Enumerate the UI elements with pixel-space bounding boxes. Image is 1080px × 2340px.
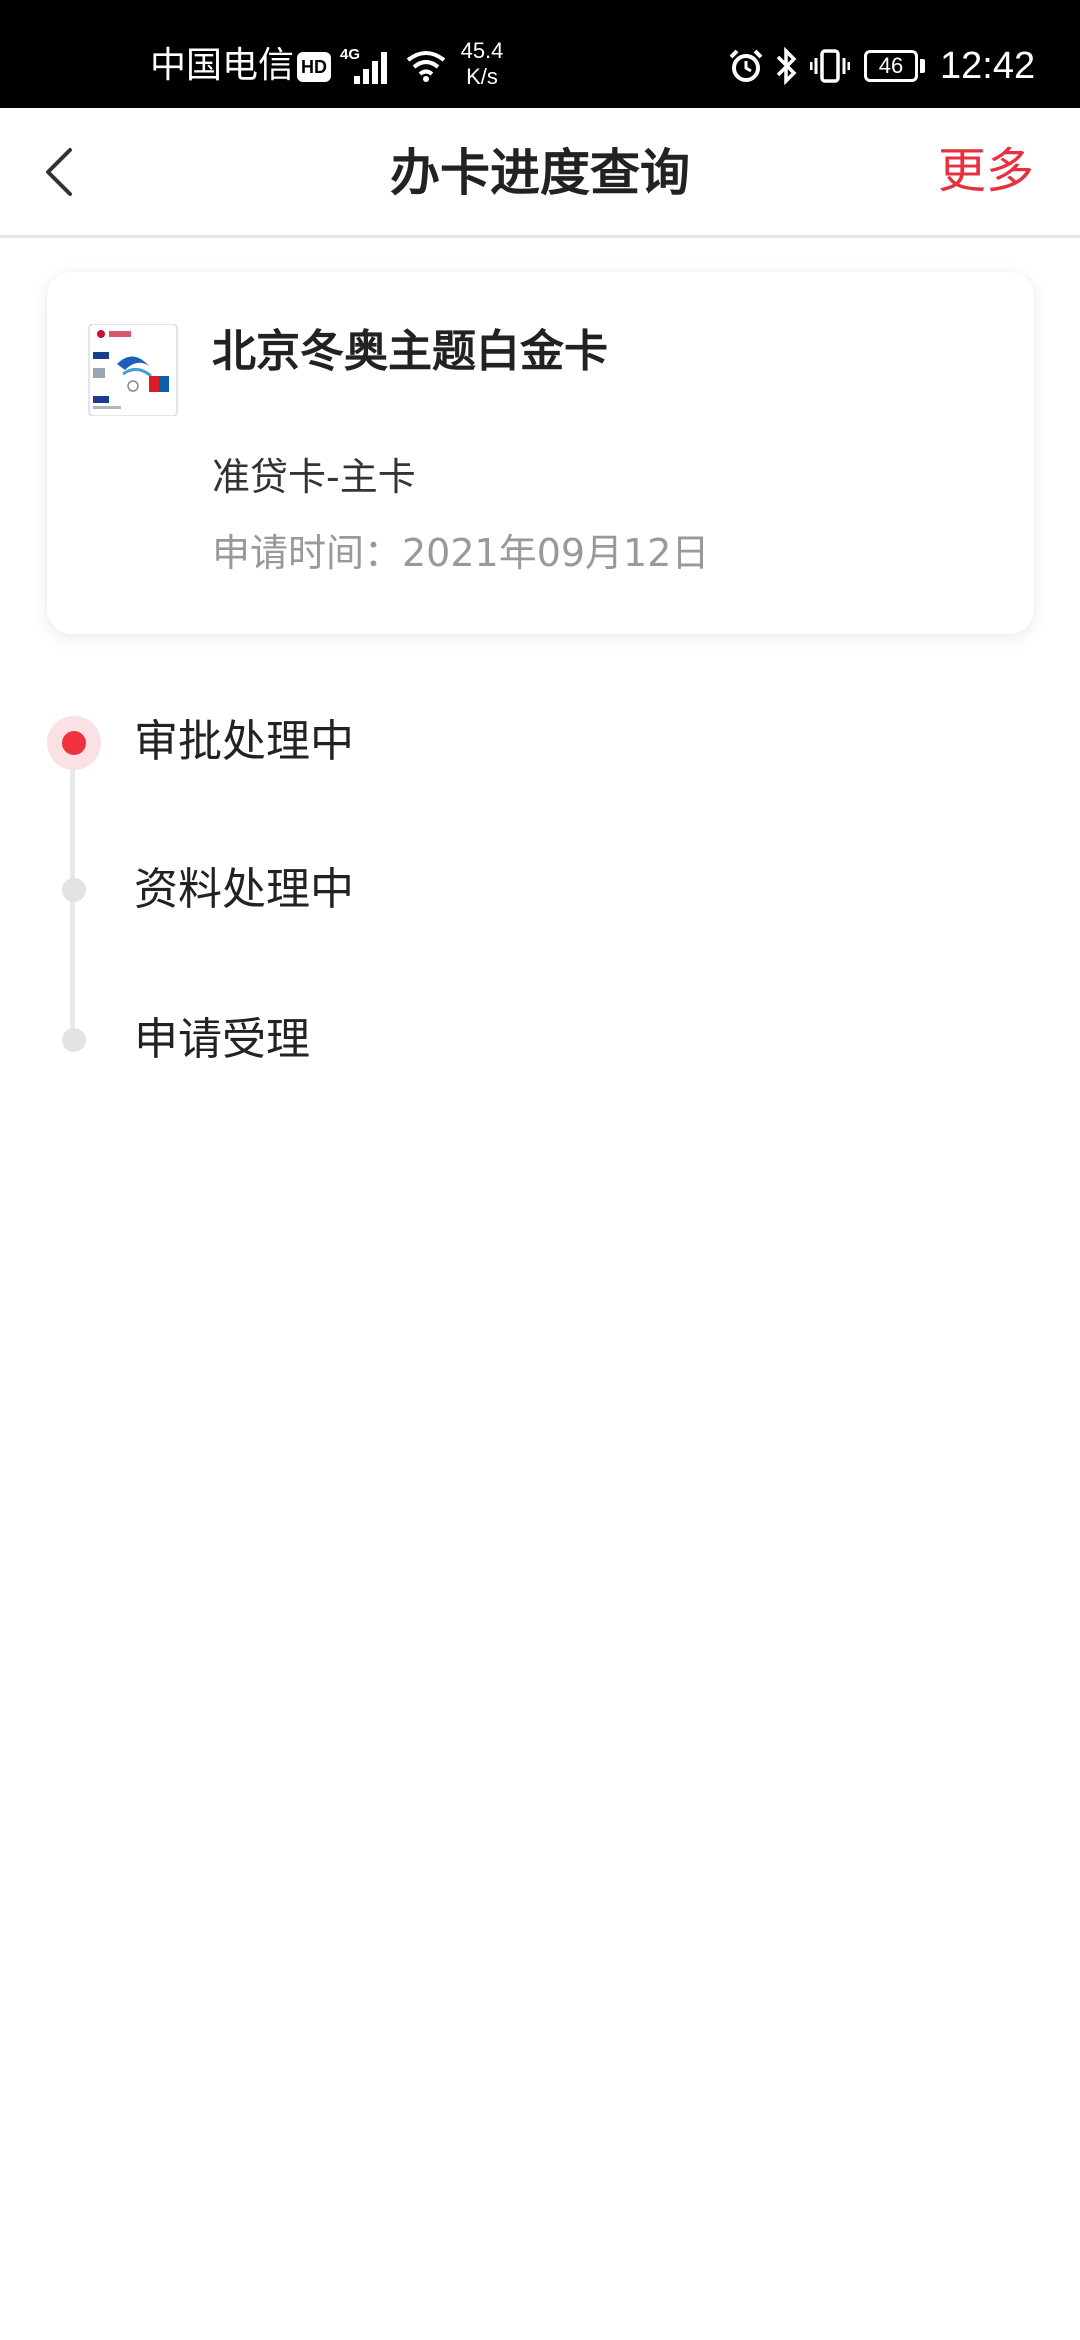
clock: 12:42 [940,45,1036,87]
more-button[interactable]: 更多 [938,108,1034,234]
status-bar: 中国电信 HD 4G 45.4 K/s 46 12:42 [0,0,1080,108]
alarm-icon [729,49,763,82]
application-date: 申请时间：2021年09月12日 [212,531,710,575]
timeline-dot [62,878,86,902]
card-type: 准贷卡-主卡 [212,455,416,499]
wifi-icon [406,51,446,82]
timeline-dot-active [62,731,86,755]
speed-value: 45.4 [460,38,504,63]
carrier-name: 中国电信 [150,45,295,86]
vibrate-icon [810,49,850,83]
page-title: 办卡进度查询 [390,144,690,202]
card-name: 北京冬奥主题白金卡 [212,326,608,377]
timeline-step-label: 资料处理中 [134,864,354,915]
speed-unit: K/s [466,64,498,89]
network-speed: 45.4 K/s [452,38,512,90]
credit-card-thumbnail [88,324,178,416]
hd-badge: HD [297,52,331,82]
bluetooth-icon [776,46,797,86]
timeline-dot [62,1028,86,1052]
battery-icon: 46 [864,50,918,82]
timeline-step-label: 申请受理 [134,1014,310,1065]
card-info-panel: 北京冬奥主题白金卡 准贷卡-主卡 申请时间：2021年09月12日 [47,272,1034,634]
signal-icon [354,52,387,84]
battery-tip [920,59,925,73]
nav-header: 办卡进度查询 更多 [0,108,1080,238]
timeline-step-label: 审批处理中 [134,716,354,767]
